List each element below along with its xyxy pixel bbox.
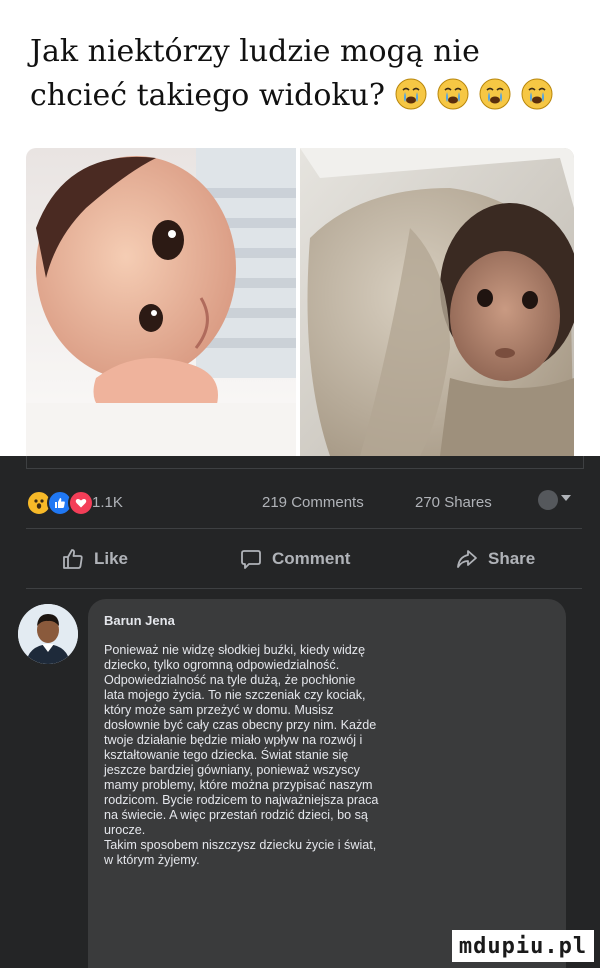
comment-bubble: Barun Jena Ponieważ nie widzę słodkiej b…: [88, 599, 566, 968]
comment-line: urocze.: [104, 823, 146, 837]
reaction-count[interactable]: 1.1K: [92, 494, 123, 511]
commenter-avatar[interactable]: [18, 604, 78, 664]
comment-line: jeszcze bardziej gówniany, ponieważ wszy…: [104, 763, 360, 777]
comment-button-label: Comment: [272, 549, 351, 568]
comment-line: lata mojego życia. To nie szczeniak czy …: [104, 688, 366, 702]
share-button-label: Share: [488, 549, 536, 568]
comment-line: który może sam przeżyć w domu. Musisz: [104, 703, 334, 717]
baby-lying-image: [26, 148, 296, 456]
site-watermark: mdupiu.pl: [452, 930, 594, 962]
comment-line: dosłownie być cały czas obecny przy nim.…: [104, 718, 377, 732]
divider: [26, 528, 582, 529]
meme-caption-line-2: chcieć takiego widoku?: [30, 78, 386, 113]
comment-line: mamy problemy, które można przypisać nas…: [104, 778, 373, 792]
viewer-avatar-icon[interactable]: [538, 490, 558, 510]
meme-caption: Jak niektórzy ludzie mogą nie chcieć tak…: [30, 30, 575, 118]
comment-line: Ponieważ nie widzę słodkiej buźki, kiedy…: [104, 643, 366, 657]
comment-author-name[interactable]: Barun Jena: [104, 613, 175, 628]
meme-caption-line-1: Jak niektórzy ludzie mogą nie: [30, 34, 480, 69]
post-image-frame: [26, 456, 584, 469]
comments-count[interactable]: 219 Comments: [262, 494, 364, 511]
thumbs-up-icon: [63, 549, 83, 569]
crying-face-icon: [395, 78, 427, 110]
post-actions-bar: Like Comment Share: [0, 540, 600, 578]
baby-wrapped-photo[interactable]: [300, 148, 574, 456]
post-stats-row: 1.1K 219 Comments 270 Shares: [0, 486, 600, 516]
like-button[interactable]: Like: [62, 540, 128, 578]
share-arrow-icon: [457, 550, 477, 568]
comment-button[interactable]: Comment: [240, 540, 350, 578]
profile-photo-icon: [18, 604, 78, 664]
comment-line: kształtowanie tego dziecka. Świat stanie…: [104, 748, 349, 762]
comment-line: Takim sposobem niszczysz dziecku życie i…: [104, 838, 377, 852]
emoji-row: [395, 78, 553, 110]
shares-count[interactable]: 270 Shares: [415, 494, 492, 511]
crying-face-icon: [437, 78, 469, 110]
comment-line: twoje działanie będzie miało wpływ na ro…: [104, 733, 363, 747]
speech-bubble-icon: [241, 550, 261, 569]
share-button[interactable]: Share: [456, 540, 535, 578]
divider: [26, 588, 582, 589]
comment-line: dziecko, tylko ogromną odpowiedzialność.: [104, 658, 340, 672]
comment-text: Ponieważ nie widzę słodkiej buźki, kiedy…: [104, 643, 496, 868]
facebook-post: 1.1K 219 Comments 270 Shares Like Commen…: [0, 456, 600, 968]
like-button-label: Like: [94, 549, 129, 568]
reaction-icons[interactable]: [26, 490, 94, 516]
crying-face-icon: [479, 78, 511, 110]
comment-line: w którym żyjemy.: [104, 853, 200, 867]
comment-line: Odpowiedzialność na tyle dużą, że pochło…: [104, 673, 356, 687]
baby-lying-photo[interactable]: [26, 148, 296, 456]
crying-face-icon: [521, 78, 553, 110]
chevron-down-icon[interactable]: [561, 495, 571, 501]
love-reaction-icon: [68, 490, 94, 516]
comment-line: na świecie. A więc przestań rodzić dziec…: [104, 808, 368, 822]
baby-in-towel-image: [300, 148, 574, 456]
comment-line: rodzicom. Bycie rodzicem to najważniejsz…: [104, 793, 379, 807]
